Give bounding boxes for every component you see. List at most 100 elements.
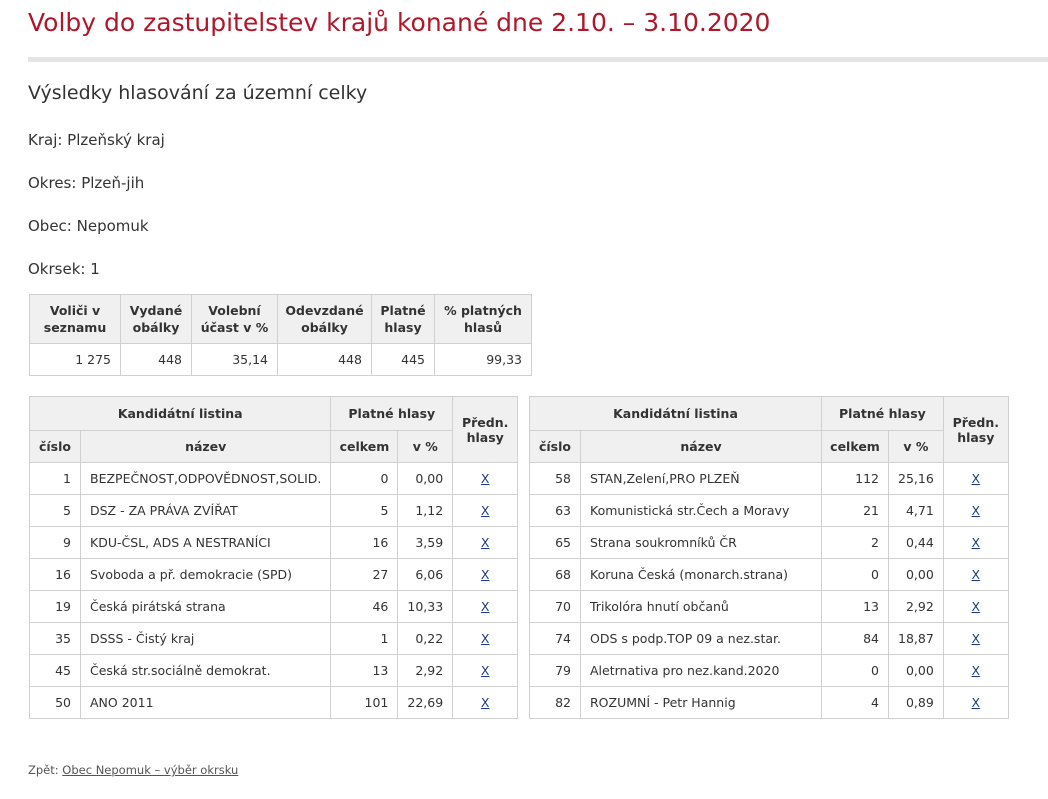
party-number: 35 [29, 622, 81, 655]
header-celkem: celkem [330, 430, 399, 463]
header-predn-hlasy: Předn. hlasy [452, 396, 519, 463]
party-votes-percent: 0,44 [888, 526, 944, 559]
party-votes-percent: 6,06 [397, 558, 454, 591]
party-number: 50 [29, 686, 81, 719]
party-row: 35 DSSS - Čistý kraj 1 0,22 X [29, 622, 519, 655]
results-table-left: Kandidátní listina Platné hlasy Předn. h… [28, 396, 519, 719]
party-row: 70 Trikolóra hnutí občanů 13 2,92 X [529, 590, 1009, 623]
party-votes-percent: 0,00 [888, 654, 944, 687]
kraj-label: Kraj: Plzeňský kraj [28, 131, 165, 149]
party-name: BEZPEČNOST,ODPOVĚDNOST,SOLID. [79, 462, 332, 495]
party-votes-total: 16 [330, 526, 399, 559]
preferential-votes-link[interactable]: X [481, 631, 490, 646]
header-platne-hlasy: Platné hlasy [330, 396, 454, 431]
party-row: 63 Komunistická str.Čech a Moravy 21 4,71 X [529, 494, 1009, 527]
preferential-votes-cell: X [942, 526, 1009, 559]
okres-label: Okres: Plzeň-jih [28, 174, 145, 192]
summary-value-ucast: 35,14 [191, 343, 278, 376]
preferential-votes-cell: X [452, 526, 519, 559]
party-votes-total: 0 [330, 462, 399, 495]
preferential-votes-link[interactable]: X [972, 471, 981, 486]
party-votes-total: 0 [821, 654, 889, 687]
party-name: Svoboda a př. demokracie (SPD) [79, 558, 332, 591]
party-votes-percent: 1,12 [397, 494, 454, 527]
header-cislo: číslo [529, 430, 581, 463]
preferential-votes-link[interactable]: X [972, 695, 981, 710]
party-votes-total: 13 [330, 654, 399, 687]
preferential-votes-cell: X [942, 462, 1009, 495]
summary-value-procent-platnych: 99,33 [434, 343, 532, 376]
party-votes-total: 13 [821, 590, 889, 623]
party-votes-percent: 18,87 [888, 622, 944, 655]
preferential-votes-link[interactable]: X [972, 663, 981, 678]
preferential-votes-cell: X [942, 622, 1009, 655]
party-number: 82 [529, 686, 581, 719]
header-cislo: číslo [29, 430, 81, 463]
preferential-votes-link[interactable]: X [972, 599, 981, 614]
party-row: 1 BEZPEČNOST,ODPOVĚDNOST,SOLID. 0 0,00 X [29, 462, 519, 495]
party-number: 16 [29, 558, 81, 591]
party-name: Česká str.sociálně demokrat. [79, 654, 332, 687]
party-row: 9 KDU-ČSL, ADS A NESTRANÍCI 16 3,59 X [29, 526, 519, 559]
preferential-votes-link[interactable]: X [481, 567, 490, 582]
summary-header-odevzdane: Odevzdané obálky [277, 294, 372, 344]
party-votes-total: 84 [821, 622, 889, 655]
party-votes-percent: 3,59 [397, 526, 454, 559]
party-number: 74 [529, 622, 581, 655]
preferential-votes-link[interactable]: X [481, 599, 490, 614]
party-name: DSZ - ZA PRÁVA ZVÍŘAT [79, 494, 332, 527]
preferential-votes-link[interactable]: X [481, 663, 490, 678]
preferential-votes-link[interactable]: X [972, 535, 981, 550]
preferential-votes-link[interactable]: X [972, 567, 981, 582]
preferential-votes-cell: X [452, 654, 519, 687]
party-row: 68 Koruna Česká (monarch.strana) 0 0,00 X [529, 558, 1009, 591]
party-number: 68 [529, 558, 581, 591]
summary-header-ucast: Volební účast v % [191, 294, 278, 344]
summary-value-platne: 445 [371, 343, 435, 376]
back-label: Zpět: [28, 763, 59, 777]
preferential-votes-link[interactable]: X [481, 503, 490, 518]
summary-header-procent-platnych: % platných hlasů [434, 294, 532, 344]
party-votes-total: 0 [821, 558, 889, 591]
party-row: 5 DSZ - ZA PRÁVA ZVÍŘAT 5 1,12 X [29, 494, 519, 527]
header-predn-hlasy: Předn. hlasy [942, 396, 1009, 463]
preferential-votes-link[interactable]: X [972, 503, 981, 518]
party-name: Komunistická str.Čech a Moravy [580, 494, 822, 527]
party-votes-total: 5 [330, 494, 399, 527]
party-number: 63 [529, 494, 581, 527]
summary-header-volici: Voliči v seznamu [29, 294, 121, 344]
party-votes-percent: 10,33 [397, 590, 454, 623]
party-row: 45 Česká str.sociálně demokrat. 13 2,92 X [29, 654, 519, 687]
page-subtitle: Výsledky hlasování za územní celky [28, 82, 368, 104]
party-row: 50 ANO 2011 101 22,69 X [29, 686, 519, 719]
preferential-votes-cell: X [942, 654, 1009, 687]
party-name: ODS s podp.TOP 09 a nez.star. [580, 622, 822, 655]
preferential-votes-cell: X [452, 494, 519, 527]
party-row: 74 ODS s podp.TOP 09 a nez.star. 84 18,87 X [529, 622, 1009, 655]
header-kandidatni-listina: Kandidátní listina [28, 396, 332, 431]
party-name: ROZUMNÍ - Petr Hannig [580, 686, 822, 719]
header-celkem: celkem [821, 430, 889, 463]
party-votes-percent: 0,00 [888, 558, 944, 591]
party-number: 70 [529, 590, 581, 623]
party-votes-total: 112 [821, 462, 889, 495]
preferential-votes-cell: X [452, 590, 519, 623]
preferential-votes-cell: X [452, 686, 519, 719]
party-votes-total: 2 [821, 526, 889, 559]
party-number: 65 [529, 526, 581, 559]
preferential-votes-link[interactable]: X [481, 695, 490, 710]
party-votes-total: 46 [330, 590, 399, 623]
party-name: Česká pirátská strana [79, 590, 332, 623]
page-title: Volby do zastupitelstev krajů konané dne… [28, 8, 771, 37]
title-divider [28, 57, 1048, 62]
back-link[interactable]: Obec Nepomuk – výběr okrsku [62, 763, 238, 777]
party-votes-total: 1 [330, 622, 399, 655]
party-votes-percent: 0,22 [397, 622, 454, 655]
preferential-votes-link[interactable]: X [972, 631, 981, 646]
party-name: KDU-ČSL, ADS A NESTRANÍCI [79, 526, 332, 559]
okrsek-label: Okrsek: 1 [28, 260, 100, 278]
preferential-votes-link[interactable]: X [481, 471, 490, 486]
preferential-votes-link[interactable]: X [481, 535, 490, 550]
party-row: 79 Aletrnativa pro nez.kand.2020 0 0,00 X [529, 654, 1009, 687]
summary-header-vydane: Vydané obálky [120, 294, 192, 344]
